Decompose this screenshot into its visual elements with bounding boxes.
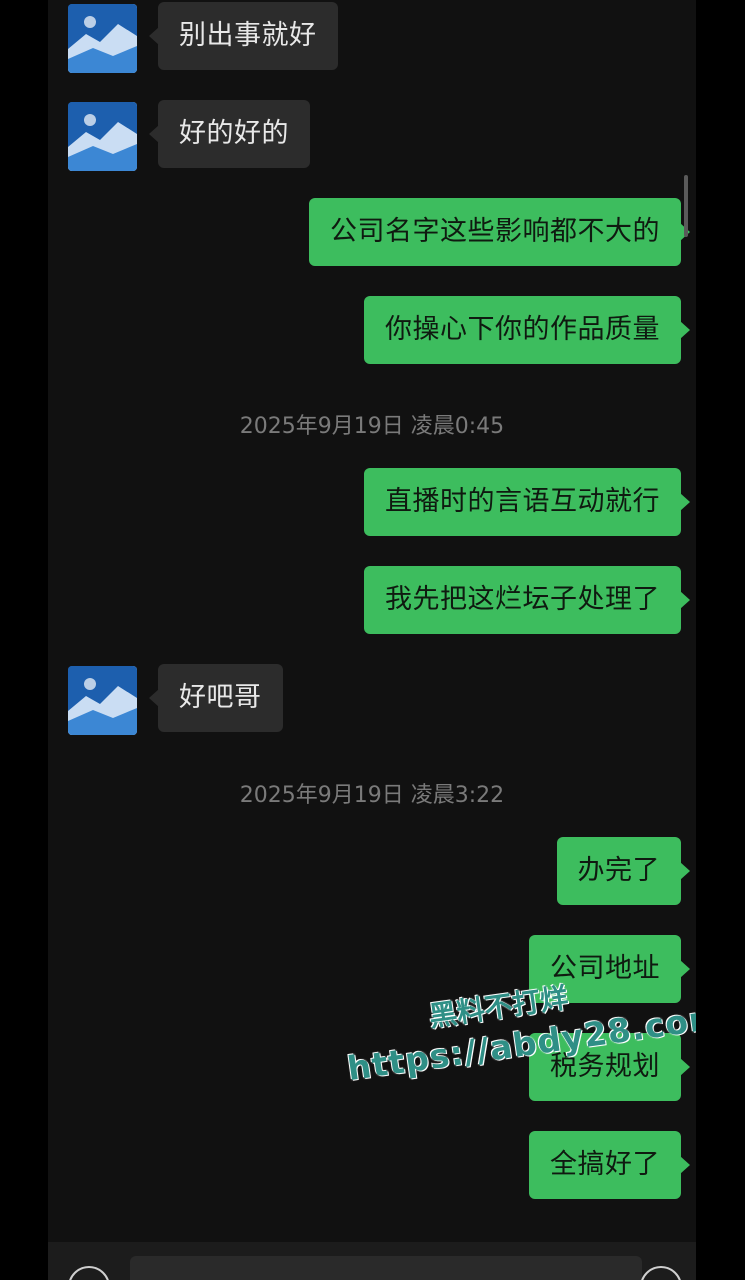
message-bubble-received[interactable]: 好吧哥 bbox=[149, 664, 283, 732]
avatar-image bbox=[68, 102, 137, 171]
message-bubble-received[interactable]: 别出事就好 bbox=[149, 2, 338, 70]
message-row: 税务规划 bbox=[48, 1033, 696, 1103]
avatar[interactable] bbox=[68, 4, 137, 73]
message-bubble-sent[interactable]: 直播时的言语互动就行 bbox=[364, 468, 690, 536]
voice-icon[interactable] bbox=[68, 1266, 110, 1280]
message-bubble-sent[interactable]: 税务规划 bbox=[529, 1033, 690, 1101]
message-row: 别出事就好 bbox=[48, 2, 696, 73]
message-bubble-received[interactable]: 好的好的 bbox=[149, 100, 310, 168]
avatar[interactable] bbox=[68, 666, 137, 735]
message-bubble-sent[interactable]: 你操心下你的作品质量 bbox=[364, 296, 690, 364]
avatar-image bbox=[68, 666, 137, 735]
message-row: 全搞好了 bbox=[48, 1131, 696, 1201]
message-input[interactable] bbox=[130, 1256, 642, 1280]
chat-window: 别出事就好 好的好的 公司名字这些影响都不大的 你操心下你的作品质量 2025年… bbox=[48, 0, 696, 1280]
message-bubble-sent[interactable]: 办完了 bbox=[556, 837, 690, 905]
avatar[interactable] bbox=[68, 102, 137, 171]
avatar-image bbox=[68, 4, 137, 73]
message-bubble-sent[interactable]: 我先把这烂坛子处理了 bbox=[364, 566, 690, 634]
message-row: 我先把这烂坛子处理了 bbox=[48, 566, 696, 636]
timestamp: 2025年9月19日 凌晨3:22 bbox=[239, 783, 505, 808]
message-row: 办完了 bbox=[48, 837, 696, 907]
message-row: 你操心下你的作品质量 bbox=[48, 296, 696, 366]
scrollbar[interactable] bbox=[684, 175, 688, 237]
message-row: 公司地址 bbox=[48, 935, 696, 1005]
message-row: 好吧哥 bbox=[48, 664, 696, 735]
message-row: 直播时的言语互动就行 bbox=[48, 468, 696, 538]
plus-icon[interactable] bbox=[640, 1266, 682, 1280]
input-bar bbox=[48, 1242, 696, 1280]
message-row: 公司名字这些影响都不大的 bbox=[48, 198, 696, 268]
message-bubble-sent[interactable]: 全搞好了 bbox=[529, 1131, 690, 1199]
timestamp: 2025年9月19日 凌晨0:45 bbox=[239, 414, 505, 439]
message-bubble-sent[interactable]: 公司名字这些影响都不大的 bbox=[309, 198, 690, 266]
message-bubble-sent[interactable]: 公司地址 bbox=[529, 935, 690, 1003]
message-row: 好的好的 bbox=[48, 100, 696, 171]
